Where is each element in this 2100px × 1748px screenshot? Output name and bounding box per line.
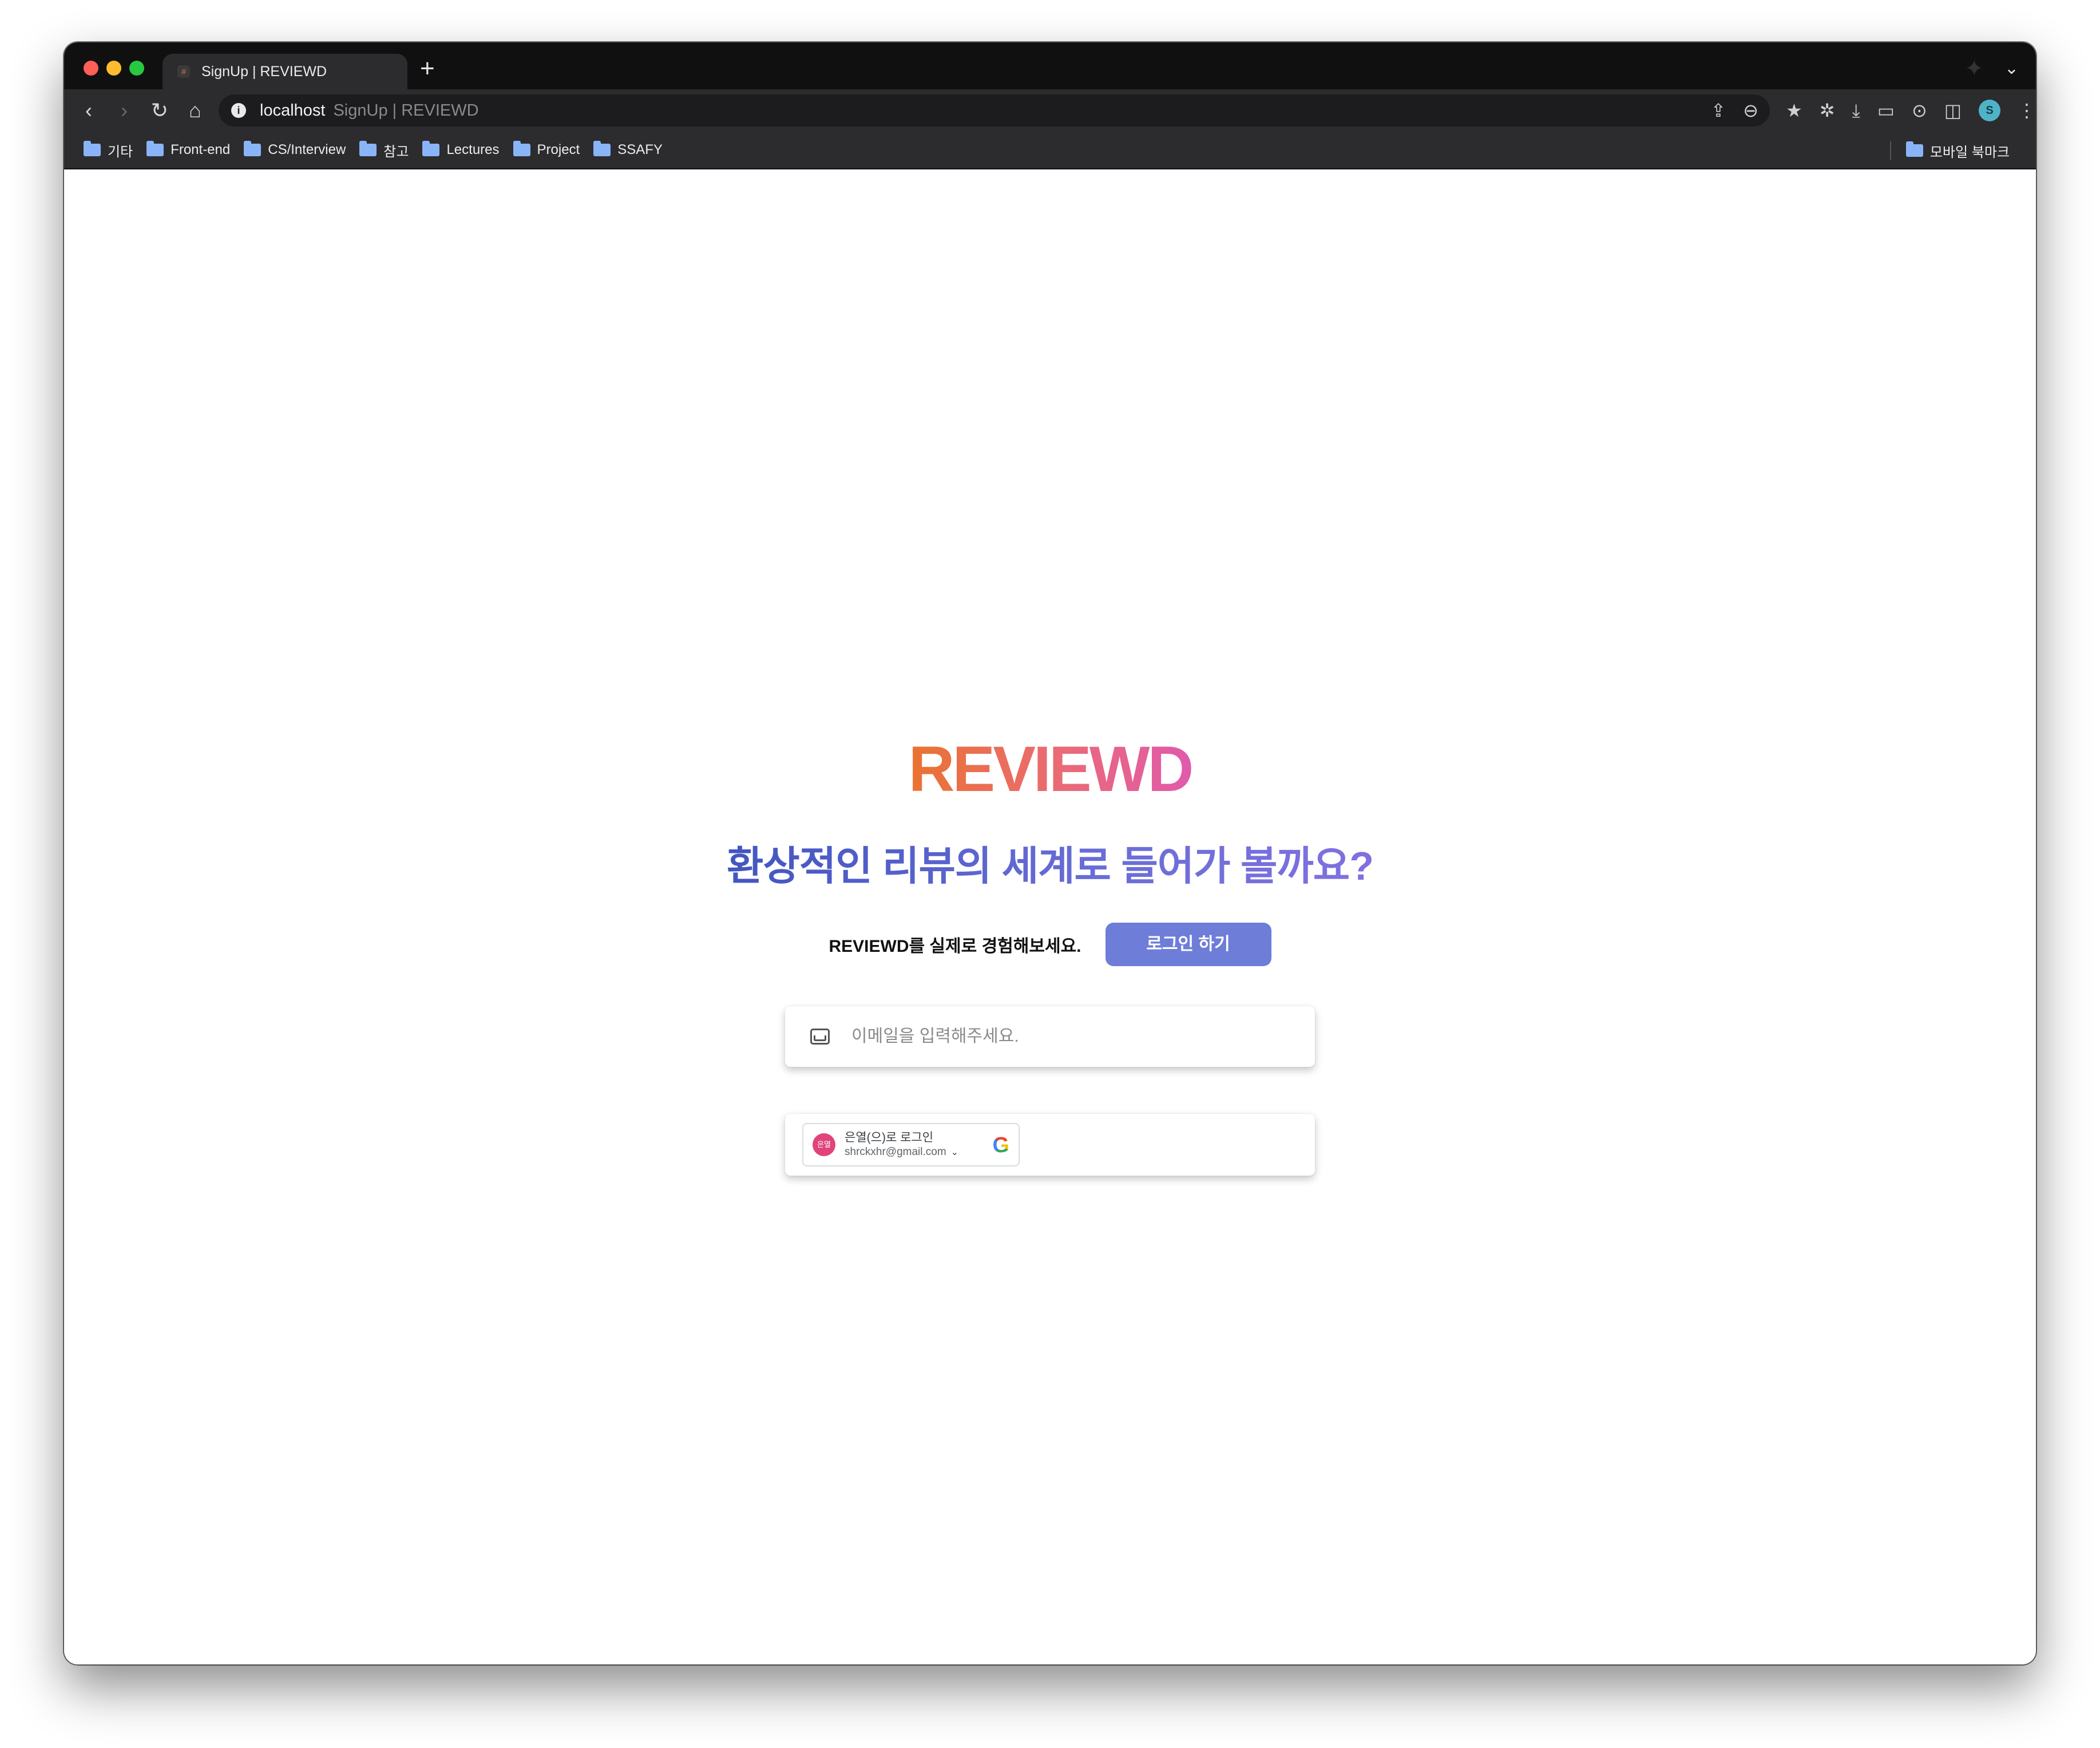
email-input[interactable] bbox=[851, 1027, 1286, 1046]
back-button[interactable]: ‹ bbox=[71, 100, 106, 121]
maximize-window-button[interactable] bbox=[129, 61, 144, 76]
chevron-down-icon[interactable]: ⌄ bbox=[951, 1146, 958, 1158]
tab-signup[interactable]: # SignUp | REVIEWD bbox=[163, 54, 407, 89]
bookmark-label: CS/Interview bbox=[268, 142, 346, 157]
profile-avatar[interactable]: S bbox=[1979, 100, 2000, 121]
bookmark-folder-project[interactable]: Project bbox=[513, 141, 580, 158]
download-icon[interactable]: ⤓ bbox=[1852, 100, 1860, 121]
extensions-icon[interactable]: ✲ bbox=[1820, 100, 1835, 121]
headline-text: 환상적인 리뷰의 세계로 들어가 볼까요? bbox=[727, 844, 1374, 888]
side-panel-icon[interactable]: ◫ bbox=[1944, 100, 1962, 121]
folder-icon bbox=[359, 141, 377, 156]
home-button[interactable]: ⌂ bbox=[177, 100, 213, 121]
folder-icon bbox=[84, 141, 101, 156]
tab-bar: # SignUp | REVIEWD + ✦ ⌄ bbox=[64, 42, 2036, 89]
new-tab-button[interactable]: + bbox=[420, 56, 435, 81]
bookmark-folder-front-end[interactable]: Front-end bbox=[146, 141, 231, 158]
bookmark-folder-cs-interview[interactable]: CS/Interview bbox=[244, 141, 346, 158]
close-window-button[interactable] bbox=[84, 61, 98, 76]
login-button[interactable]: 로그인 하기 bbox=[1105, 923, 1271, 966]
page-headline: 환상적인 리뷰의 세계로 들어가 볼까요? bbox=[64, 841, 2036, 891]
folder-icon bbox=[513, 141, 530, 156]
login-cta-row: REVIEWD를 실제로 경험해보세요. 로그인 하기 bbox=[64, 923, 2036, 966]
reload-button[interactable]: ↻ bbox=[142, 100, 177, 121]
cta-text: REVIEWD를 실제로 경험해보세요. bbox=[829, 937, 1081, 956]
url-host: localhost bbox=[260, 101, 326, 120]
bookmarks-bar: 기타 Front-end CS/Interview 참고 Lectures Pr… bbox=[64, 132, 2036, 169]
folder-icon bbox=[146, 141, 164, 156]
bookmark-label: 모바일 북마크 bbox=[1929, 144, 2010, 160]
zoom-icon[interactable]: ⊖ bbox=[1743, 100, 1758, 121]
address-bar[interactable]: i localhost SignUp | REVIEWD ⇪ ⊖ bbox=[219, 94, 1770, 126]
google-account-avatar: 은열 bbox=[813, 1133, 835, 1156]
menu-icon[interactable]: ⋮ bbox=[2018, 100, 2036, 121]
bookmark-folder-etc[interactable]: 기타 bbox=[84, 140, 133, 160]
inbox-icon bbox=[810, 1029, 830, 1045]
brand-logo[interactable]: REVIEWD bbox=[64, 734, 2036, 805]
google-signin-label: 은열(으)로 로그인 bbox=[845, 1131, 934, 1144]
folder-icon bbox=[1905, 141, 1923, 157]
media-icon[interactable]: ▭ bbox=[1877, 100, 1895, 121]
google-signin-card: 은열 은열(으)로 로그인 shrckxhr@gmail.com ⌄ G bbox=[785, 1114, 1315, 1176]
page-content: REVIEWD 환상적인 리뷰의 세계로 들어가 볼까요? REVIEWD를 실… bbox=[64, 171, 2036, 1664]
bookmark-folder-lectures[interactable]: Lectures bbox=[422, 141, 500, 158]
share-icon[interactable]: ⇪ bbox=[1710, 100, 1726, 121]
favicon-icon: # bbox=[177, 65, 190, 78]
folder-icon bbox=[422, 141, 440, 156]
site-info-icon[interactable]: i bbox=[231, 103, 246, 118]
google-account-email: shrckxhr@gmail.com bbox=[845, 1146, 946, 1158]
bird-icon: ✦ bbox=[1964, 56, 1984, 81]
google-logo-icon: G bbox=[992, 1134, 1009, 1156]
url-page-title: SignUp | REVIEWD bbox=[333, 101, 479, 120]
bookmark-label: Front-end bbox=[171, 142, 231, 157]
toolbar: ‹ › ↻ ⌂ i localhost SignUp | REVIEWD ⇪ ⊖… bbox=[64, 89, 2036, 132]
google-signin-button[interactable]: 은열 은열(으)로 로그인 shrckxhr@gmail.com ⌄ G bbox=[802, 1123, 1020, 1166]
bookmarks-divider bbox=[1889, 141, 1891, 160]
bookmark-label: Lectures bbox=[446, 142, 500, 157]
bookmark-label: Project bbox=[537, 142, 580, 157]
bookmark-star-icon[interactable]: ★ bbox=[1786, 100, 1802, 121]
bookmark-label: 기타 bbox=[108, 144, 133, 160]
bookmark-folder-reference[interactable]: 참고 bbox=[359, 140, 409, 160]
minimize-window-button[interactable] bbox=[106, 61, 121, 76]
folder-icon bbox=[593, 141, 611, 156]
google-logo-text: G bbox=[992, 1133, 1009, 1157]
folder-icon bbox=[244, 141, 261, 156]
bookmark-label: SSAFY bbox=[617, 142, 663, 157]
email-input-card bbox=[785, 1006, 1315, 1067]
bookmark-folder-ssafy[interactable]: SSAFY bbox=[593, 141, 663, 158]
forward-button[interactable]: › bbox=[106, 100, 142, 121]
bookmark-folder-mobile[interactable]: 모바일 북마크 bbox=[1905, 141, 2010, 161]
tab-title: SignUp | REVIEWD bbox=[201, 63, 327, 80]
screenshot-icon[interactable]: ⊙ bbox=[1912, 100, 1927, 121]
tab-search-chevron-icon[interactable]: ⌄ bbox=[2004, 60, 2019, 77]
bookmark-label: 참고 bbox=[383, 144, 409, 160]
brand-logo-text: REVIEWD bbox=[908, 733, 1194, 805]
browser-window: # SignUp | REVIEWD + ✦ ⌄ ‹ › ↻ ⌂ i local… bbox=[64, 42, 2036, 1664]
